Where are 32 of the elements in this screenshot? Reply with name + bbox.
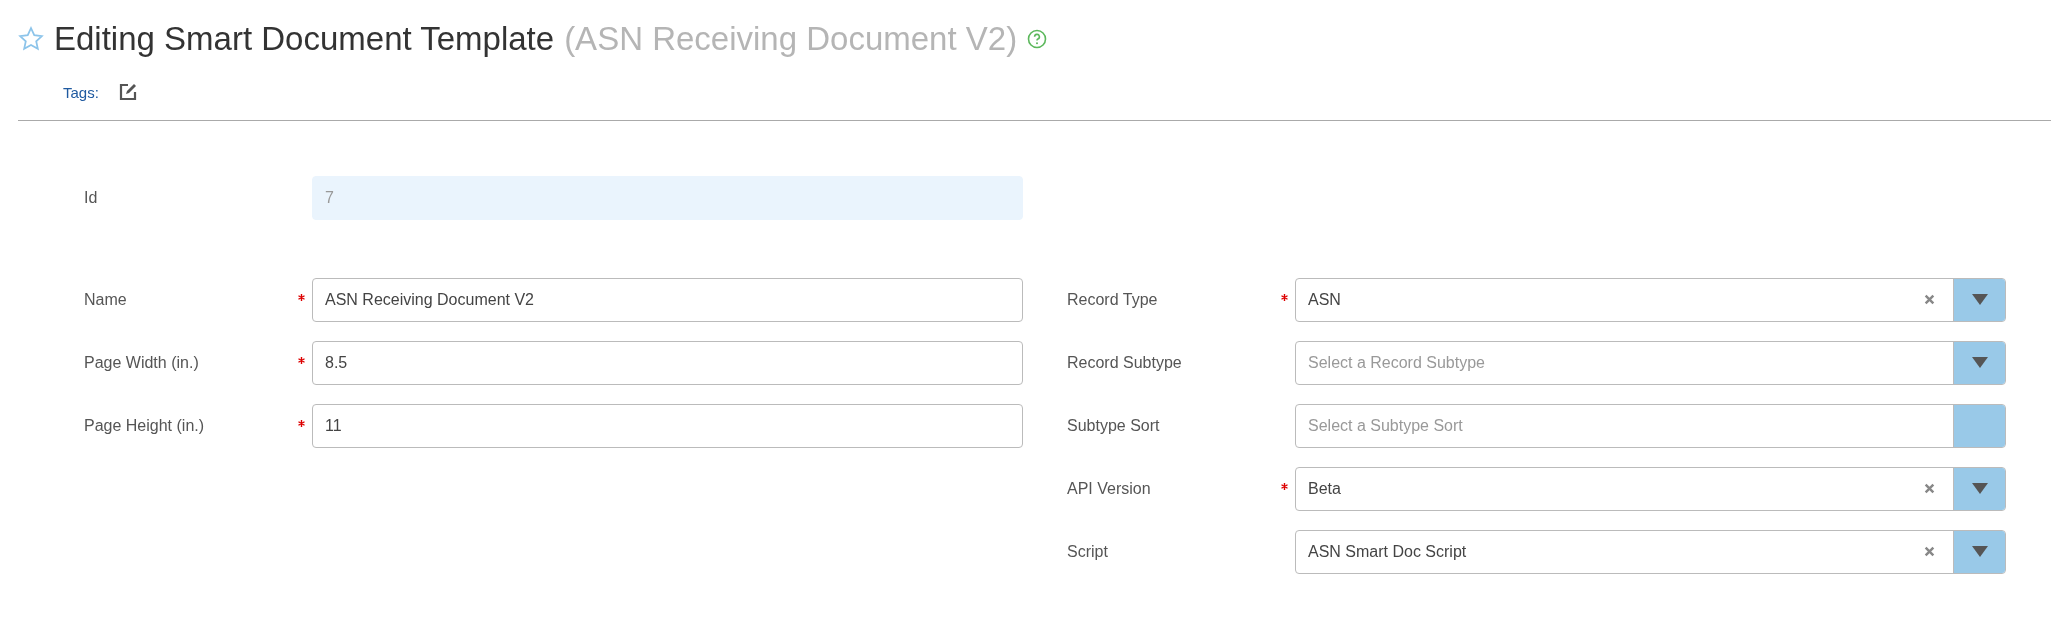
- field-label: Name: [84, 290, 128, 309]
- clear-icon[interactable]: [1924, 483, 1935, 494]
- clear-icon[interactable]: [1924, 294, 1935, 305]
- select-field[interactable]: ASN: [1295, 277, 2006, 322]
- caret-icon: [1971, 483, 1988, 494]
- caret-icon: [1971, 294, 1988, 305]
- field-label: Record Subtype: [1067, 353, 1183, 372]
- tags-label: Tags:: [63, 83, 99, 101]
- dropdown-button[interactable]: [1953, 467, 2005, 510]
- favorite-star-icon[interactable]: [18, 26, 44, 52]
- caret-icon: [1971, 357, 1988, 368]
- input-field[interactable]: 8.5: [312, 340, 1023, 385]
- dropdown-button[interactable]: [1953, 278, 2005, 321]
- field-label: Id: [84, 188, 99, 207]
- input-field[interactable]: 11: [312, 403, 1023, 448]
- field-label: Script: [1067, 542, 1109, 561]
- field-label: Page Width (in.): [84, 353, 200, 372]
- select-field[interactable]: Beta: [1295, 466, 2006, 511]
- input-field[interactable]: ASN Receiving Document V2: [312, 277, 1023, 322]
- help-icon[interactable]: [1027, 29, 1048, 49]
- clear-icon[interactable]: [1924, 546, 1935, 557]
- select-field[interactable]: ASN Smart Doc Script: [1295, 529, 2006, 574]
- field-label: Subtype Sort: [1067, 416, 1161, 435]
- caret-icon: [1971, 546, 1988, 557]
- page-subtitle: (ASN Receiving Document V2): [564, 20, 1018, 58]
- field-label: Page Height (in.): [84, 416, 206, 435]
- dropdown-button[interactable]: [1953, 530, 2005, 573]
- edit-icon[interactable]: [118, 83, 137, 101]
- field-label: Record Type: [1067, 290, 1159, 309]
- page-title: Editing Smart Document Template: [54, 20, 555, 58]
- dropdown-button[interactable]: [1953, 341, 2005, 384]
- field-label: API Version: [1067, 479, 1152, 498]
